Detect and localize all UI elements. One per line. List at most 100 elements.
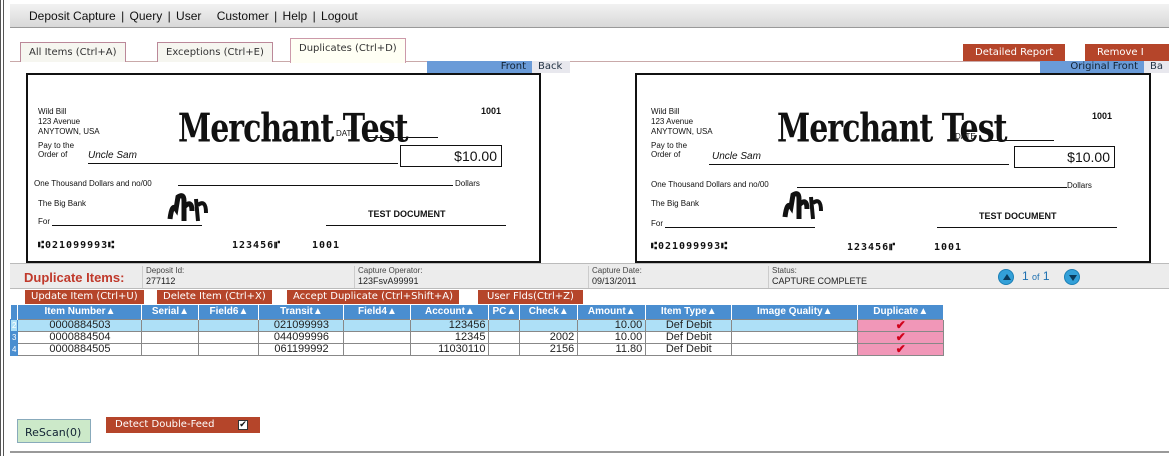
pager-of: of	[1032, 272, 1040, 282]
row-number-header	[10, 305, 19, 319]
remove-button[interactable]: Remove I	[1085, 44, 1169, 61]
table-row[interactable]: 2 0000884503 021099993 123456 10.00 Def …	[9, 318, 945, 332]
test-document-stamp: TEST DOCUMENT	[979, 211, 1057, 221]
amount-cell: 10.00	[577, 318, 647, 332]
check-number: 1001	[1092, 111, 1113, 121]
total-pages: 1	[1042, 269, 1050, 283]
micr-routing: ⑆021099993⑆	[651, 241, 729, 252]
column-header[interactable]: Serial▲	[141, 305, 200, 319]
cactus-icon	[782, 191, 823, 220]
menu-user[interactable]: User	[176, 9, 201, 23]
column-header[interactable]: Amount▲	[577, 305, 647, 319]
column-header[interactable]: Item Number▲	[17, 305, 143, 319]
tab-duplicates[interactable]: Duplicates (Ctrl+D)	[290, 38, 406, 63]
written-amount: One Thousand Dollars and no/00	[34, 179, 152, 188]
column-header[interactable]: PC▲	[488, 305, 521, 319]
capture-operator-value: 123FsvA99991	[358, 276, 419, 286]
back-view-button[interactable]: Back	[532, 61, 570, 73]
cactus-icon	[167, 193, 208, 222]
transit-cell: 061199992	[258, 342, 345, 356]
amount-box: $10.00	[1014, 146, 1115, 168]
column-header[interactable]: Account▲	[410, 305, 490, 319]
original-front-button[interactable]: Original Front	[1040, 61, 1144, 73]
column-header[interactable]: Transit▲	[258, 305, 345, 319]
detect-double-feed-checkbox[interactable]: ✔	[238, 420, 248, 430]
menu-separator: |	[312, 9, 316, 23]
column-header[interactable]: Duplicate▲	[857, 305, 945, 319]
column-header[interactable]: Item Type▲	[645, 305, 733, 319]
payer-city: ANYTOWN, USA	[38, 127, 100, 136]
row-number: 2	[9, 318, 19, 332]
table-row[interactable]: 4 0000884505 061199992 11030110 2156 11.…	[9, 342, 945, 356]
serial-cell	[141, 318, 200, 332]
item-type-cell: Def Debit	[645, 342, 733, 356]
deposit-id-label: Deposit Id:	[146, 266, 185, 275]
pc-cell	[488, 318, 521, 332]
duplicate-checkmark-icon: ✔	[857, 342, 945, 356]
item-number-cell: 0000884505	[17, 342, 143, 356]
item-action-bar: Update Item (Ctrl+U) Delete Item (Ctrl+X…	[10, 290, 1169, 305]
date-label: DATE	[955, 132, 976, 141]
serial-cell	[141, 342, 200, 356]
field6-cell	[198, 342, 260, 356]
menu-deposit-capture[interactable]: Deposit Capture	[29, 9, 116, 23]
tab-exceptions[interactable]: Exceptions (Ctrl+E)	[157, 42, 273, 62]
image-quality-cell	[731, 330, 859, 344]
column-header[interactable]: Field4▲	[343, 305, 412, 319]
status-label: Status:	[772, 266, 797, 275]
user-fields-button[interactable]: User Flds(Ctrl+Z)	[478, 290, 583, 304]
micr-serial: 1001	[934, 242, 963, 253]
payer-name: Wild Bill	[651, 107, 680, 116]
update-item-button[interactable]: Update Item (Ctrl+U)	[25, 290, 144, 304]
column-header[interactable]: Image Quality▲	[731, 305, 859, 319]
item-type-cell: Def Debit	[645, 330, 733, 344]
test-document-stamp: TEST DOCUMENT	[368, 209, 446, 219]
micr-routing: ⑆021099993⑆	[38, 240, 116, 251]
payer-name: Wild Bill	[38, 107, 67, 116]
row-number: 4	[9, 342, 19, 356]
rescan-button[interactable]: ReScan(0)	[17, 419, 91, 443]
delete-item-button[interactable]: Delete Item (Ctrl+X)	[157, 290, 272, 304]
right-back-button[interactable]: Ba	[1144, 61, 1169, 73]
detect-double-feed-control[interactable]: Detect Double-Feed ✔	[106, 417, 260, 433]
accept-duplicate-button[interactable]: Accept Duplicate (Ctrl+Shift+A)	[287, 290, 460, 304]
check-cell: 2002	[519, 330, 579, 344]
detect-double-feed-label: Detect Double-Feed	[115, 419, 215, 430]
front-view-button[interactable]: Front	[427, 61, 532, 73]
memo-label: For	[38, 217, 50, 226]
payee-name: Uncle Sam	[712, 151, 761, 162]
menu-customer[interactable]: Customer	[217, 9, 269, 23]
merchant-logo: Merchant Test	[777, 106, 1007, 153]
item-number-cell: 0000884504	[17, 330, 143, 344]
table-row[interactable]: 3 0000884504 044099996 12345 2002 10.00 …	[9, 330, 945, 344]
next-page-icon[interactable]	[1064, 269, 1080, 285]
field4-cell	[343, 318, 412, 332]
check-cell: 2156	[519, 342, 579, 356]
menu-help[interactable]: Help	[283, 9, 308, 23]
field6-cell	[198, 330, 260, 344]
menu-separator: |	[274, 9, 278, 23]
menu-logout[interactable]: Logout	[321, 9, 358, 23]
previous-page-icon[interactable]	[998, 269, 1014, 285]
pc-cell	[488, 330, 521, 344]
pc-cell	[488, 342, 521, 356]
image-quality-cell	[731, 342, 859, 356]
check-number: 1001	[481, 106, 502, 116]
bank-name: The Big Bank	[38, 199, 87, 208]
merchant-logo: Merchant Test	[178, 106, 408, 153]
column-header[interactable]: Field6▲	[198, 305, 260, 319]
check-cell	[519, 318, 579, 332]
field4-cell	[343, 330, 412, 344]
menu-separator: |	[121, 9, 125, 23]
serial-cell	[141, 330, 200, 344]
memo-label: For	[651, 219, 663, 228]
tab-all-items[interactable]: All Items (Ctrl+A)	[20, 42, 126, 62]
payee-name: Uncle Sam	[88, 150, 137, 161]
dollars-label: Dollars	[455, 179, 480, 188]
menu-query[interactable]: Query	[130, 9, 163, 23]
order-of-label: Order of	[38, 150, 68, 159]
order-of-label: Order of	[651, 150, 681, 159]
column-header[interactable]: Check▲	[519, 305, 579, 319]
detailed-report-button[interactable]: Detailed Report	[963, 44, 1066, 61]
grid-header-row: Item Number▲ Serial▲ Field6▲ Transit▲ Fi…	[10, 305, 945, 319]
